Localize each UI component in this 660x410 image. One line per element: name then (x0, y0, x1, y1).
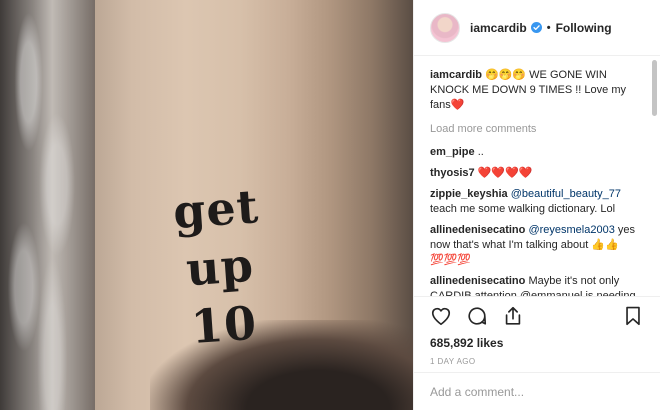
post-caption: iamcardib 🤭🤭🤭 WE GONE WIN KNOCK ME DOWN … (430, 68, 642, 113)
caption-username[interactable]: iamcardib (430, 69, 482, 81)
comment-item: allinedenisecatino @reyesmela2003 yes no… (430, 223, 642, 268)
comment-item: em_pipe .. (430, 145, 642, 160)
comments-list[interactable]: iamcardib 🤭🤭🤭 WE GONE WIN KNOCK ME DOWN … (414, 56, 660, 296)
load-more-comments-button[interactable]: Load more comments (430, 123, 642, 135)
tattoo-line: up (184, 237, 256, 297)
post-photo[interactable]: get up 10 (0, 0, 413, 410)
comment-username[interactable]: em_pipe (430, 146, 475, 158)
comment-username[interactable]: thyosis7 (430, 167, 475, 179)
comment-username[interactable]: allinedenisecatino (430, 224, 525, 236)
scrollbar[interactable] (652, 60, 657, 116)
comment-username[interactable]: allinedenisecatino (430, 275, 525, 287)
comment-mention[interactable]: @reyesmela2003 (528, 224, 614, 236)
comment-icon[interactable] (466, 305, 488, 327)
comment-item: zippie_keyshia @beautiful_beauty_77 teac… (430, 187, 642, 217)
comment-input[interactable] (430, 384, 644, 399)
avatar[interactable] (430, 12, 460, 43)
tattoo-text: get up 10 (154, 176, 286, 358)
share-icon[interactable] (502, 305, 524, 327)
action-bar (414, 296, 660, 334)
following-button[interactable]: Following (556, 21, 612, 35)
post-header: iamcardib • Following (414, 0, 660, 56)
instagram-post: get up 10 iamcardib • Following iamcardi… (0, 0, 660, 410)
photo-fabric (0, 0, 95, 410)
bookmark-icon[interactable] (622, 305, 644, 327)
comment-item: thyosis7 ❤️❤️❤️❤️ (430, 166, 642, 181)
comment-username[interactable]: zippie_keyshia (430, 188, 508, 200)
header-username[interactable]: iamcardib (470, 21, 527, 35)
verified-badge-icon (530, 22, 542, 33)
comment-mention[interactable]: @beautiful_beauty_77 (511, 188, 621, 200)
comment-text: teach me some walking dictionary. Lol (430, 203, 616, 215)
comment-text: ❤️❤️❤️❤️ (477, 167, 533, 179)
comment-text: .. (477, 146, 484, 158)
tattoo-line: get (171, 179, 261, 240)
add-comment-bar (414, 372, 660, 410)
post-side-panel: iamcardib • Following iamcardib 🤭🤭🤭 WE G… (413, 0, 660, 410)
header-separator: • (546, 21, 551, 34)
post-timestamp: 1 DAY AGO (430, 357, 476, 366)
tattoo-line: 10 (189, 295, 259, 355)
like-count[interactable]: 685,892 likes (414, 334, 660, 352)
heart-icon[interactable] (430, 305, 452, 327)
comment-item: allinedenisecatino Maybe it's not only C… (430, 274, 642, 296)
